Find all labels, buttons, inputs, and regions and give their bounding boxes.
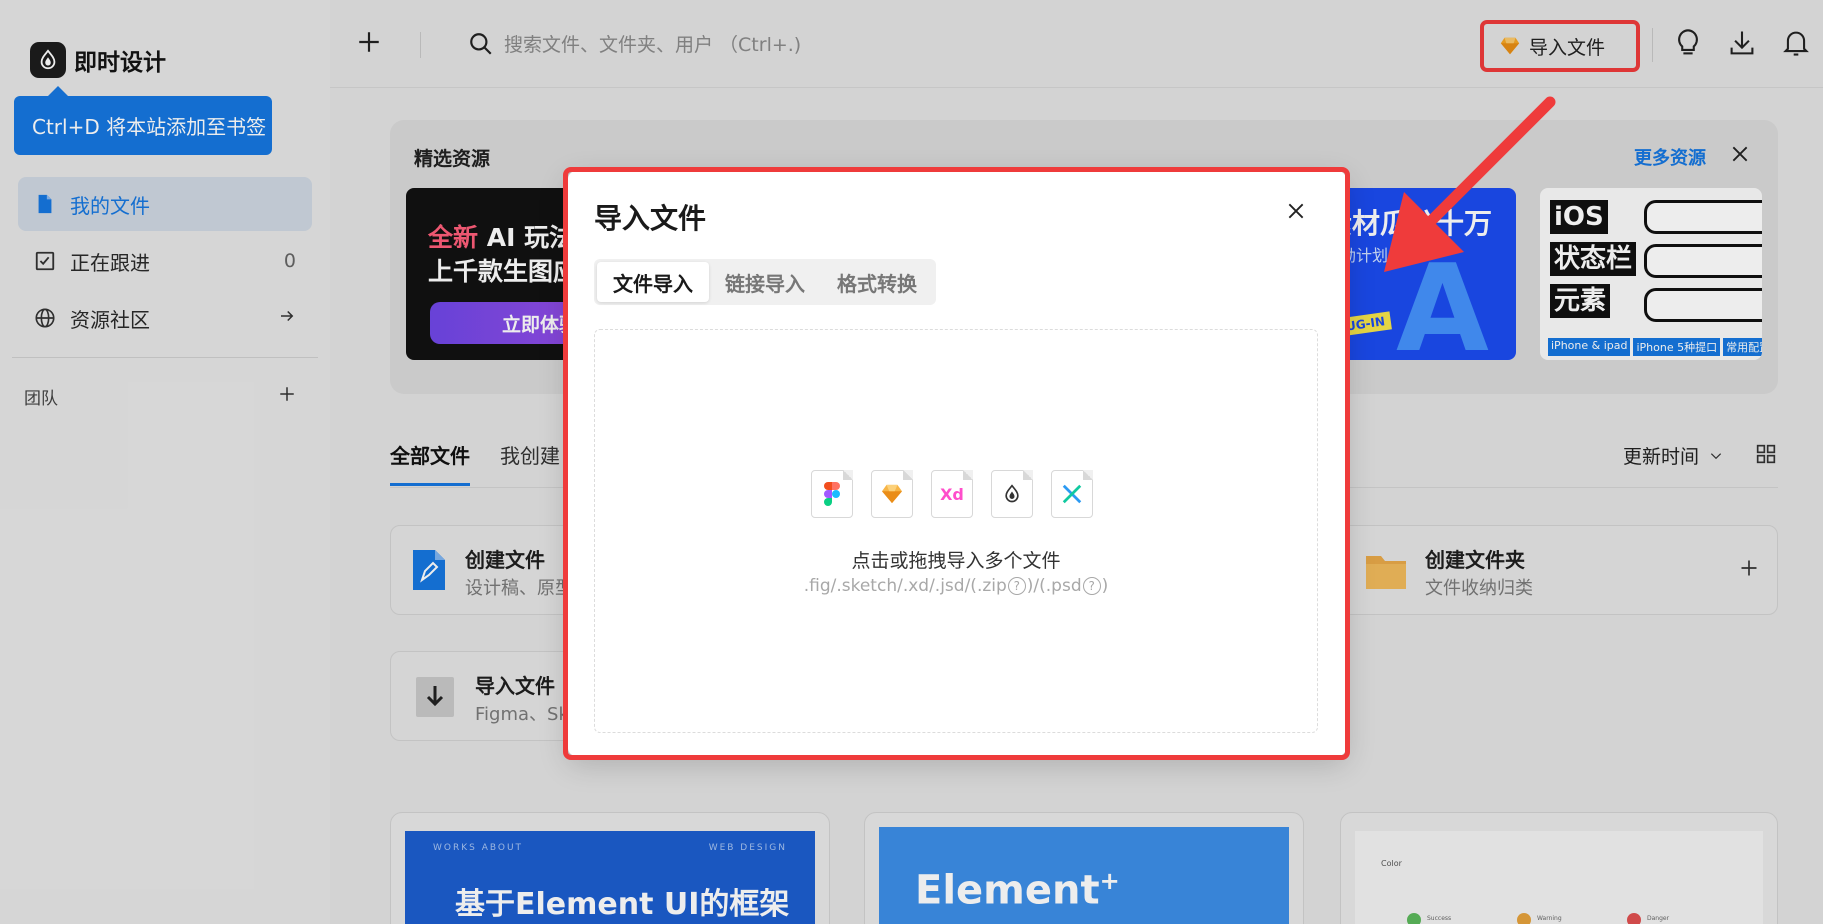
annotation-arrow [1384,96,1556,272]
modal-highlight-box [563,167,1350,760]
